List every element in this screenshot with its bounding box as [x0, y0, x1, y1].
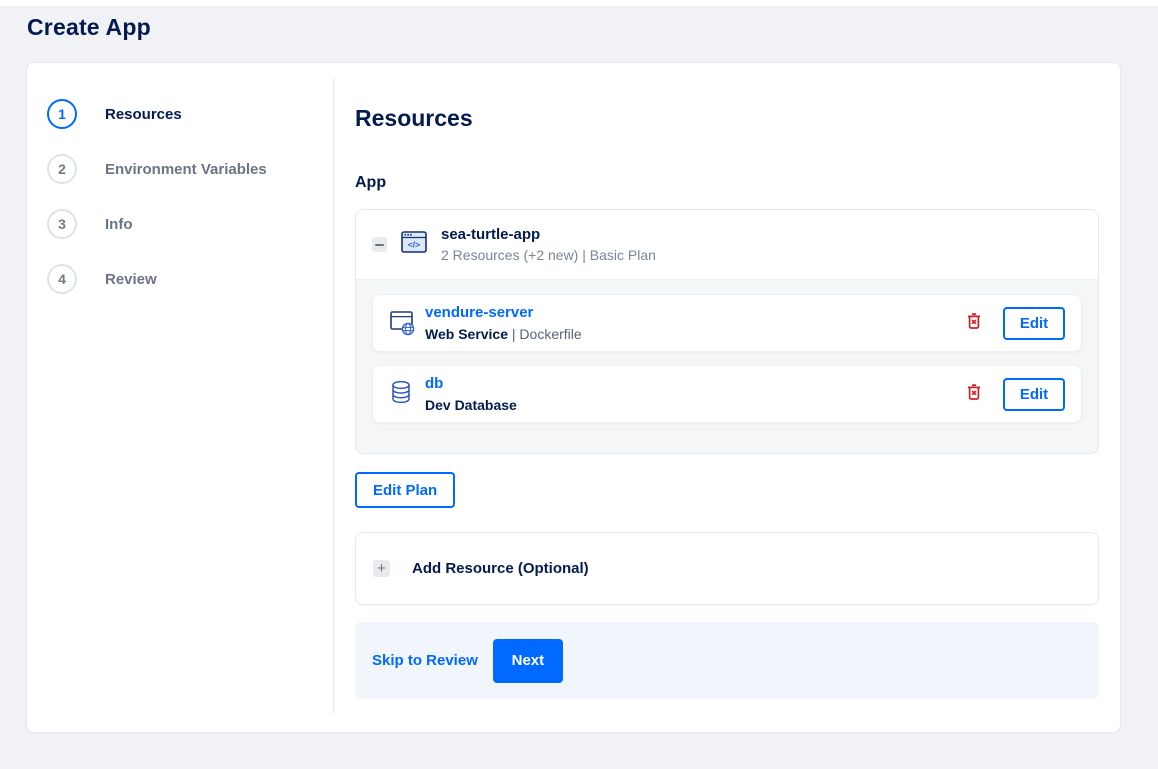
step-environment-variables[interactable]: 2 Environment Variables: [47, 154, 334, 184]
app-section-label: App: [355, 174, 387, 191]
step-resources[interactable]: 1 Resources: [47, 99, 334, 129]
resource-name-link[interactable]: vendure-server: [425, 304, 533, 321]
app-name: sea-turtle-app: [441, 226, 541, 243]
step-number-badge: 3: [47, 209, 77, 239]
resources-step-panel: Resources App </> sea-turtle-app 2 Resou…: [334, 63, 1120, 732]
resource-detail: Dev Database: [425, 397, 517, 413]
create-app-card: 1 Resources 2 Environment Variables 3 In…: [26, 62, 1121, 733]
resource-type: Web Service: [425, 326, 509, 342]
step-label: Environment Variables: [105, 160, 267, 178]
collapse-app-button[interactable]: [372, 237, 387, 252]
resource-text: vendure-server Web Service | Dockerfile: [425, 304, 582, 342]
svg-text:</>: </>: [408, 240, 420, 250]
step-label: Info: [105, 215, 133, 233]
step-review[interactable]: 4 Review: [47, 264, 334, 294]
plus-icon: +: [373, 560, 390, 577]
app-header-text: sea-turtle-app 2 Resources (+2 new) | Ba…: [441, 226, 656, 263]
step-number-badge: 1: [47, 99, 77, 129]
edit-resource-button[interactable]: Edit: [1003, 306, 1065, 340]
delete-resource-button[interactable]: [962, 308, 986, 338]
step-heading: Resources: [355, 105, 473, 131]
resource-type: Dev Database: [425, 397, 517, 413]
top-strip: [0, 0, 1158, 6]
step-label: Resources: [105, 105, 182, 123]
delete-resource-button[interactable]: [962, 379, 986, 409]
app-card: </> sea-turtle-app 2 Resources (+2 new) …: [355, 209, 1099, 454]
resource-name-link[interactable]: db: [425, 375, 443, 392]
resource-source: | Dockerfile: [508, 326, 582, 342]
app-resource-list: vendure-server Web Service | Dockerfile: [356, 280, 1098, 453]
page-title: Create App: [27, 14, 151, 40]
resource-row-database: db Dev Database Edit: [372, 365, 1082, 423]
resource-row-web-service: vendure-server Web Service | Dockerfile: [372, 294, 1082, 352]
edit-resource-button[interactable]: Edit: [1003, 377, 1065, 411]
resource-text: db Dev Database: [425, 375, 517, 413]
skip-to-review-link[interactable]: Skip to Review: [372, 652, 478, 669]
trash-icon: [966, 383, 982, 405]
step-label: Review: [105, 270, 157, 288]
app-card-header: </> sea-turtle-app 2 Resources (+2 new) …: [356, 210, 1098, 280]
stepper-divider: [333, 78, 334, 713]
add-resource-button[interactable]: + Add Resource (Optional): [355, 532, 1099, 605]
step-info[interactable]: 3 Info: [47, 209, 334, 239]
wizard-stepper: 1 Resources 2 Environment Variables 3 In…: [27, 63, 334, 732]
trash-icon: [966, 312, 982, 334]
next-button[interactable]: Next: [492, 638, 563, 683]
database-icon: [389, 378, 417, 410]
step-number-badge: 4: [47, 264, 77, 294]
wizard-footer: Skip to Review Next: [355, 622, 1099, 699]
step-number-badge: 2: [47, 154, 77, 184]
resource-detail: Web Service | Dockerfile: [425, 326, 582, 342]
minus-icon: [375, 243, 384, 246]
add-resource-label: Add Resource (Optional): [412, 560, 589, 577]
app-summary: 2 Resources (+2 new) | Basic Plan: [441, 247, 656, 263]
web-service-icon: [389, 307, 417, 339]
edit-plan-button[interactable]: Edit Plan: [355, 472, 456, 508]
app-icon: </>: [399, 227, 429, 262]
